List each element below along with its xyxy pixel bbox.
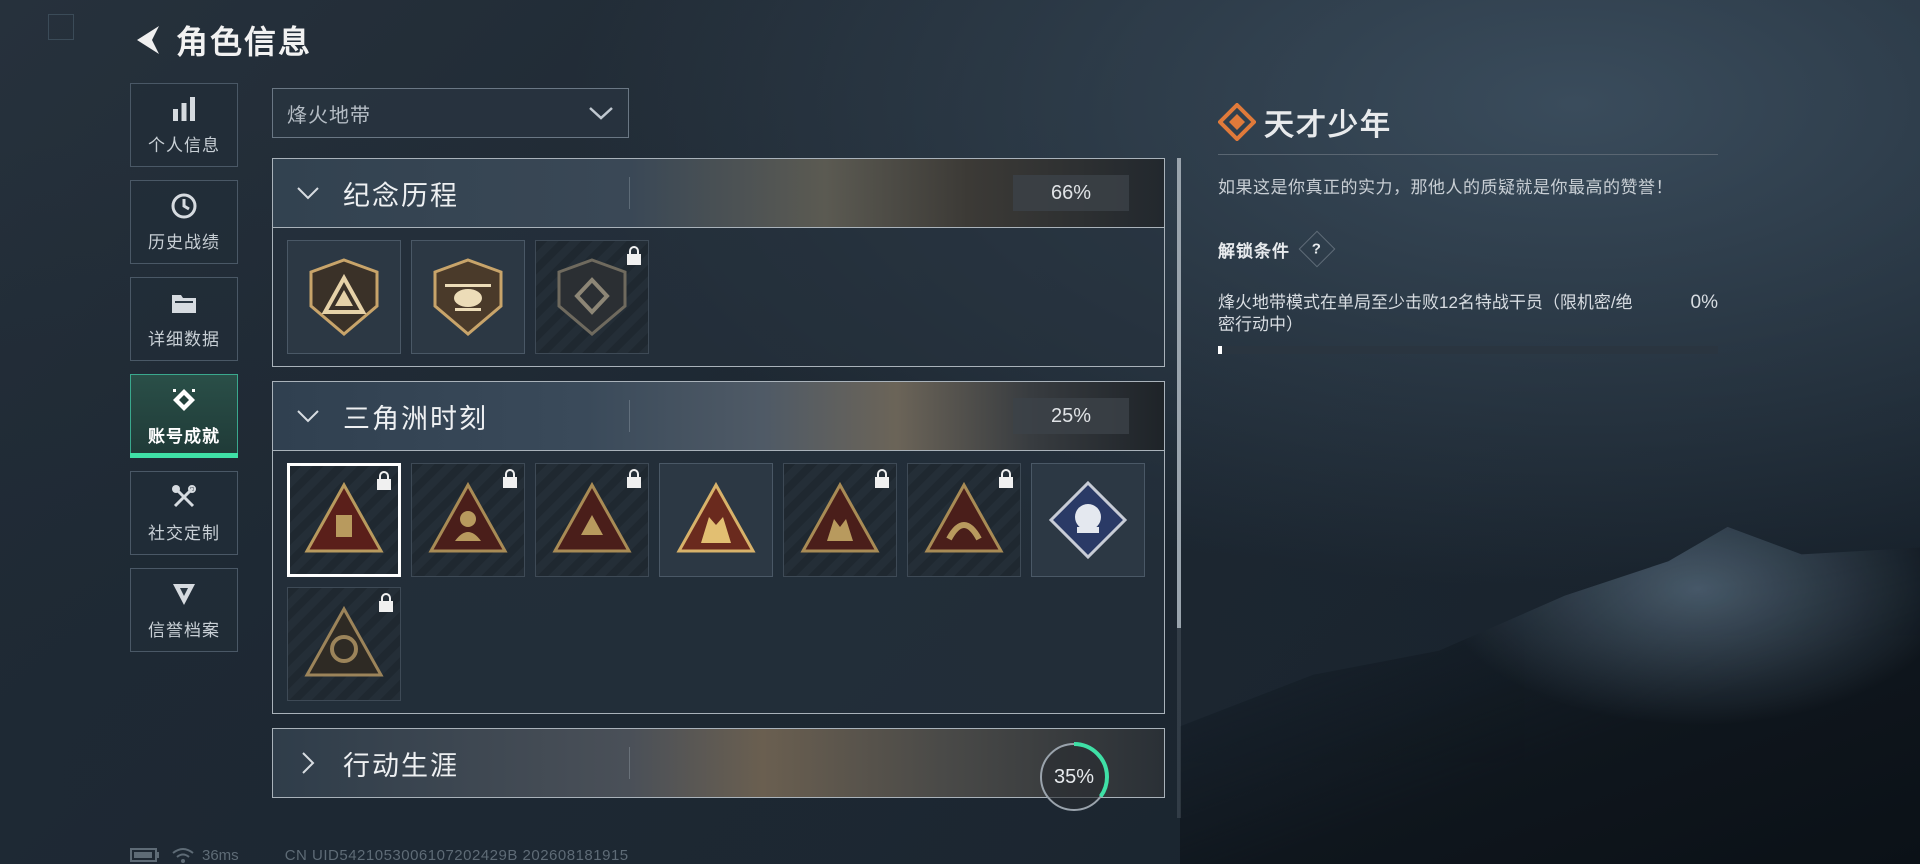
background-mountain (1180, 526, 1920, 864)
sidebar-item-label: 详细数据 (148, 329, 220, 349)
lock-icon (503, 469, 517, 488)
progress-fill (1218, 346, 1222, 354)
chevron-right-icon (302, 752, 315, 774)
back-icon[interactable] (130, 20, 166, 60)
chevron-down-icon (297, 410, 319, 423)
section-progress: 35% (1053, 765, 1095, 788)
section-title: 纪念历程 (343, 180, 459, 211)
achievement-badge-locked[interactable] (535, 463, 649, 577)
section-header[interactable]: 纪念历程 66% (273, 159, 1164, 228)
achievement-badge[interactable] (411, 240, 525, 354)
unlock-condition-text: 烽火地带模式在单局至少击败12名特战干员（限机密/绝密行动中） (1218, 293, 1633, 334)
header: 角色信息 (130, 18, 312, 62)
divider (629, 747, 630, 779)
achievement-badge-locked[interactable] (287, 587, 401, 701)
sidebar-item-reputation[interactable]: 信誉档案 (130, 568, 238, 652)
badge-grid (273, 228, 1164, 366)
achievement-badge-locked[interactable] (907, 463, 1021, 577)
triangle-emblem-icon (800, 481, 880, 553)
mode-dropdown-value: 烽火地带 (287, 104, 371, 127)
divider (1218, 154, 1718, 155)
hexagon-emblem-icon (557, 258, 627, 336)
achievement-section: 三角洲时刻 25% (272, 381, 1165, 714)
sidebar-nav: 个人信息 历史战绩 详细数据 账号成就 社交定制 信誉档案 (130, 83, 240, 665)
achievement-badge[interactable] (659, 463, 773, 577)
diamond-emblem-icon (1048, 480, 1128, 560)
achievement-list[interactable]: 纪念历程 66% 三角洲时刻 25% 行动生涯 35% (272, 158, 1165, 818)
triangle-shield-emblem-icon (309, 258, 379, 336)
chevron-down-icon (297, 187, 319, 200)
achievement-name: 天才少年 (1264, 109, 1392, 142)
sidebar-item-personal-info[interactable]: 个人信息 (130, 83, 238, 167)
corner-frame (48, 14, 74, 40)
sidebar-item-achievements[interactable]: 账号成就 (130, 374, 238, 458)
achievement-badge-locked[interactable] (783, 463, 897, 577)
triangle-emblem-icon (676, 481, 756, 553)
unlock-condition-progress: 0% (1690, 292, 1718, 313)
triangle-emblem-icon (428, 481, 508, 553)
help-icon[interactable]: ? (1298, 230, 1336, 268)
mode-dropdown[interactable]: 烽火地带 (272, 88, 629, 138)
ping-value: 36ms (202, 846, 239, 864)
section-progress: 66% (1013, 175, 1129, 211)
tools-icon (172, 484, 196, 507)
helicopter-emblem-icon (433, 258, 503, 336)
lock-icon (875, 469, 889, 488)
lock-icon (627, 469, 641, 488)
divider (629, 177, 630, 209)
page-title: 角色信息 (176, 24, 313, 60)
sidebar-item-label: 个人信息 (148, 135, 220, 155)
sidebar-item-label: 账号成就 (148, 426, 220, 446)
section-progress: 25% (1013, 398, 1129, 434)
achievement-detail: 天才少年 如果这是你真正的实力，那他人的质疑就是你最高的赞誉！ 解锁条件 ? 烽… (1218, 100, 1718, 354)
diamond-logo-icon (1218, 103, 1256, 141)
achievement-badge-locked[interactable] (411, 463, 525, 577)
player-uid: CN UID5421053006107202429B 202608181915 (284, 846, 629, 864)
shield-icon (173, 583, 195, 605)
sidebar-item-label: 信誉档案 (148, 620, 220, 640)
achievement-badge[interactable] (287, 240, 401, 354)
condition-progress-bar (1218, 346, 1718, 354)
triangle-emblem-icon (304, 605, 384, 677)
chevron-down-icon (589, 107, 613, 120)
achievement-description: 如果这是你真正的实力，那他人的质疑就是你最高的赞誉！ (1218, 178, 1673, 197)
folder-icon (172, 294, 196, 313)
sidebar-item-label: 社交定制 (148, 523, 220, 543)
sidebar-item-social[interactable]: 社交定制 (130, 471, 238, 555)
section-header[interactable]: 行动生涯 35% (273, 729, 1164, 812)
badge-grid (273, 451, 1164, 713)
achievement-badge-selected[interactable] (287, 463, 401, 577)
triangle-emblem-icon (304, 481, 384, 553)
lock-icon (999, 469, 1013, 488)
lock-icon (627, 246, 641, 265)
sidebar-item-label: 历史战绩 (148, 232, 220, 252)
lock-icon (377, 471, 391, 490)
bar-chart-icon (173, 96, 195, 121)
section-progress-ring: 35% (1036, 739, 1112, 815)
clock-icon (171, 193, 197, 218)
status-bar: 36ms CN UID5421053006107202429B 20260818… (130, 846, 629, 864)
section-header[interactable]: 三角洲时刻 25% (273, 382, 1164, 451)
sidebar-item-detailed-data[interactable]: 详细数据 (130, 277, 238, 361)
achievement-section: 纪念历程 66% (272, 158, 1165, 367)
sidebar-item-history[interactable]: 历史战绩 (130, 180, 238, 264)
achievement-section: 行动生涯 35% (272, 728, 1165, 812)
achievement-badge[interactable] (1031, 463, 1145, 577)
scroll-thumb[interactable] (1177, 158, 1181, 628)
section-title: 行动生涯 (343, 750, 459, 781)
section-title: 三角洲时刻 (343, 403, 488, 434)
lock-icon (379, 593, 393, 612)
battery-icon (130, 848, 159, 862)
triangle-emblem-icon (924, 481, 1004, 553)
triangle-emblem-icon (552, 481, 632, 553)
list-scrollbar[interactable] (1177, 158, 1181, 818)
unlock-conditions-title: 解锁条件 (1218, 241, 1290, 261)
achievement-icon (173, 388, 195, 411)
divider (629, 400, 630, 432)
wifi-icon (172, 848, 194, 863)
achievement-badge-locked[interactable] (535, 240, 649, 354)
